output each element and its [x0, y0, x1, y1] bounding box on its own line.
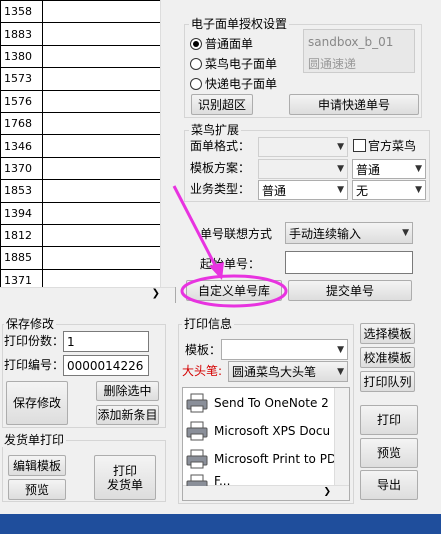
invoice-print-title: 发货单打印	[2, 433, 67, 447]
add-new-item-button[interactable]: 添加新条目	[96, 405, 159, 425]
edit-template-button[interactable]: 编辑模板	[8, 455, 66, 476]
print-invoice-button[interactable]: 打印 发货单	[94, 455, 156, 500]
save-modify-button[interactable]: 保存修改	[6, 381, 68, 425]
printer-item-partial[interactable]: F...	[186, 474, 334, 486]
print-number-input[interactable]: 0000014226	[63, 355, 149, 376]
delete-selected-button[interactable]: 删除选中	[96, 381, 159, 401]
printer-icon	[186, 449, 208, 469]
printer-list-vscroll[interactable]	[334, 388, 349, 486]
printer-item-xps[interactable]: Microsoft XPS Docu	[186, 420, 334, 442]
printer-icon	[186, 393, 208, 413]
print-info-title: 打印信息	[182, 317, 235, 331]
print-number-label: 打印编号：	[4, 358, 65, 372]
printer-icon	[186, 474, 208, 486]
select-template-button[interactable]: 选择模板	[360, 323, 415, 344]
export-button[interactable]: 导出	[360, 470, 418, 500]
print-copies-input[interactable]: 1	[63, 331, 149, 352]
print-template-select[interactable]: ▼	[221, 339, 348, 360]
printer-icon	[186, 421, 208, 441]
calibrate-template-button[interactable]: 校准模板	[360, 347, 415, 368]
print-copies-label: 打印份数：	[4, 334, 65, 348]
annotation-ellipse	[180, 274, 288, 308]
scroll-right-icon[interactable]: ❯	[323, 487, 331, 497]
save-modify-title: 保存修改	[4, 317, 57, 331]
big-pen-label: 大头笔:	[182, 364, 223, 378]
printer-item-pdf[interactable]: Microsoft Print to PD	[186, 448, 334, 470]
printer-item-onenote[interactable]: Send To OneNote 2	[186, 392, 334, 414]
preview-button[interactable]: 预览	[360, 438, 418, 468]
print-button[interactable]: 打印	[360, 405, 418, 435]
chevron-down-icon: ▼	[337, 344, 344, 355]
taskbar	[0, 514, 441, 534]
invoice-preview-button[interactable]: 预览	[8, 479, 66, 500]
template-label: 模板：	[185, 343, 222, 357]
annotation-arrow-line	[172, 185, 219, 270]
big-pen-select[interactable]: 圆通菜鸟大头笔 ▼	[228, 361, 348, 382]
chevron-down-icon: ▼	[337, 366, 344, 377]
print-queue-button[interactable]: 打印队列	[360, 371, 415, 392]
printer-list-hscroll[interactable]: ❯	[183, 485, 349, 500]
